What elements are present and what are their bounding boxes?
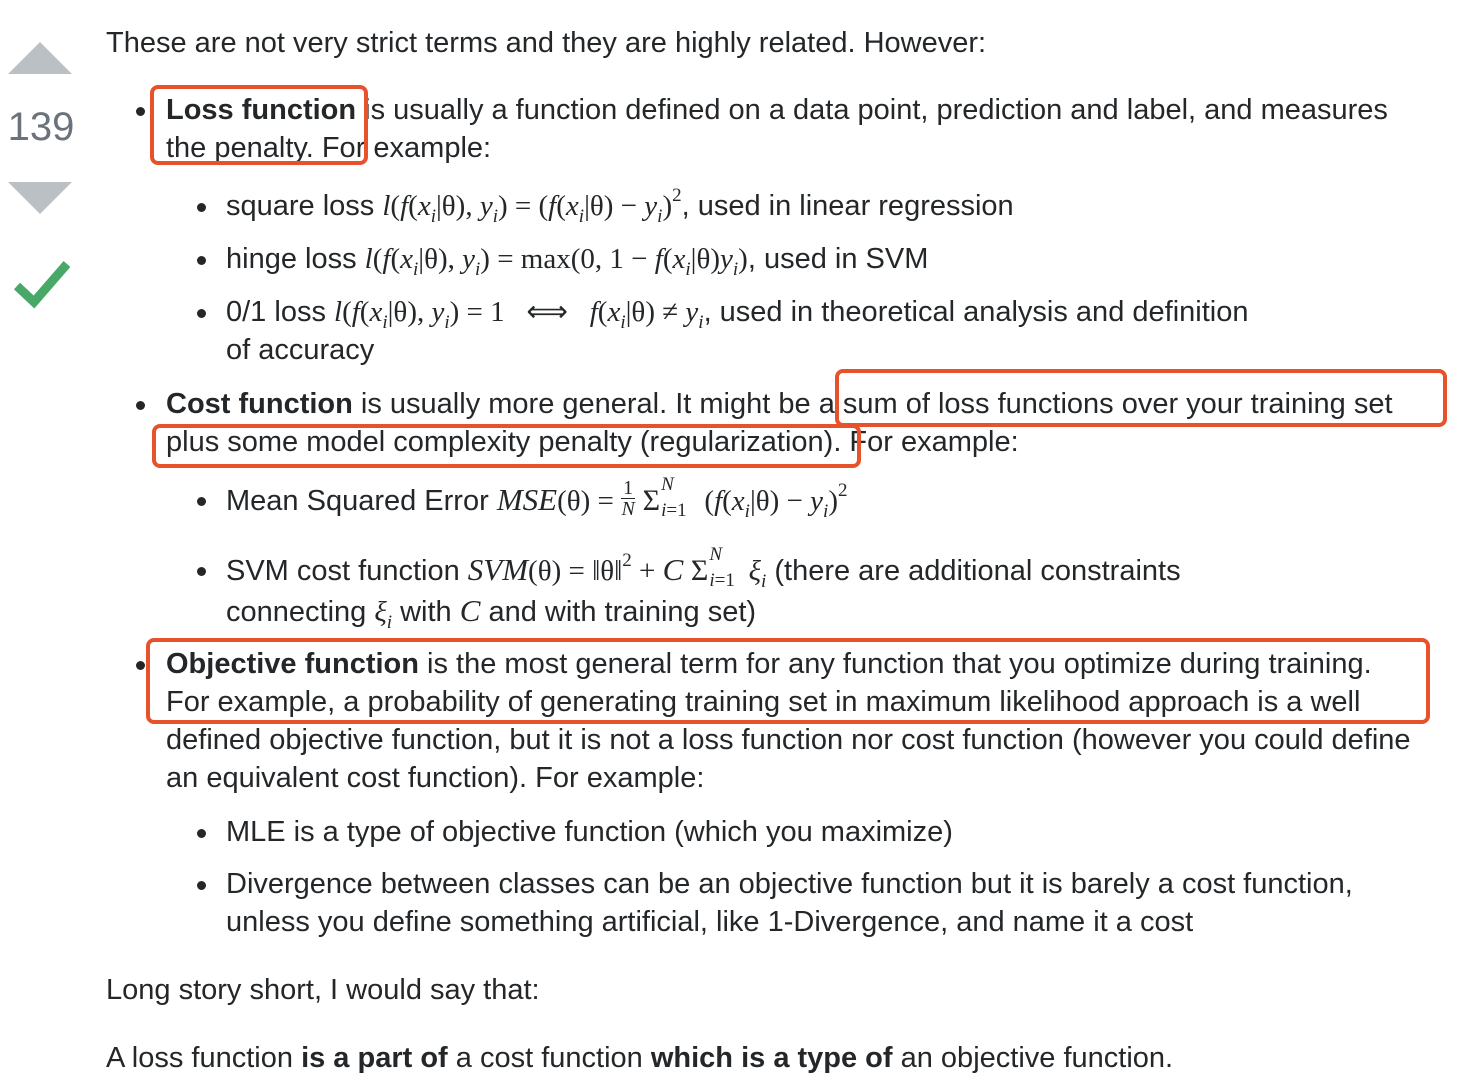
intro-text: These are not very strict terms and they… [106,27,987,59]
zero-one-loss-line-2: of accuracy [226,334,375,366]
bullet-dot [197,829,206,838]
mse-item: Mean Squared Error MSE(θ) = 1N Σ Ni=1 (f(… [226,474,848,522]
svm-cost-item: SVM cost function SVM(θ) = ‖θ‖2 + C Σ Ni=… [226,544,1181,592]
accepted-check-icon [14,261,70,309]
cost-term: Cost function [166,388,353,420]
bullet-dot [197,309,206,318]
square-loss-item: square loss l(f(xi|θ), yi) = (f(xi|θ) − … [226,185,1014,227]
downvote-arrow-icon[interactable] [8,182,72,214]
divergence-item: Divergence between classes can be an obj… [226,868,1353,900]
bullet-dot [197,203,206,212]
bullet-dot [197,881,206,890]
svm-cost-line-2: connecting ξi with C and with training s… [226,593,757,633]
objective-line-3: defined objective function, but it is no… [166,724,1411,756]
divergence-line-2: unless you define something artificial, … [226,906,1194,938]
highlight-box-objective [146,638,1430,724]
bullet-dot [197,256,206,265]
highlight-box-cost-regularization [152,424,861,468]
bullet-dot [136,107,145,116]
highlight-box-loss [150,85,368,165]
bullet-dot [136,401,145,410]
upvote-arrow-icon[interactable] [8,42,72,74]
bullet-dot [136,661,145,670]
bullet-dot [197,567,206,576]
bullet-dot [197,497,206,506]
zero-one-loss-item: 0/1 loss l(f(xi|θ), yi) = 1 ⟺ f(xi|θ) ≠ … [226,296,1249,333]
summary-sentence: A loss function is a part of a cost func… [106,1042,1174,1074]
summary-intro: Long story short, I would say that: [106,974,540,1006]
mle-item: MLE is a type of objective function (whi… [226,816,953,848]
objective-line-4: an equivalent cost function). For exampl… [166,762,705,794]
highlight-box-cost-sum [835,369,1447,427]
vote-count: 139 [7,105,75,149]
hinge-loss-item: hinge loss l(f(xi|θ), yi) = max(0, 1 − f… [226,243,929,280]
